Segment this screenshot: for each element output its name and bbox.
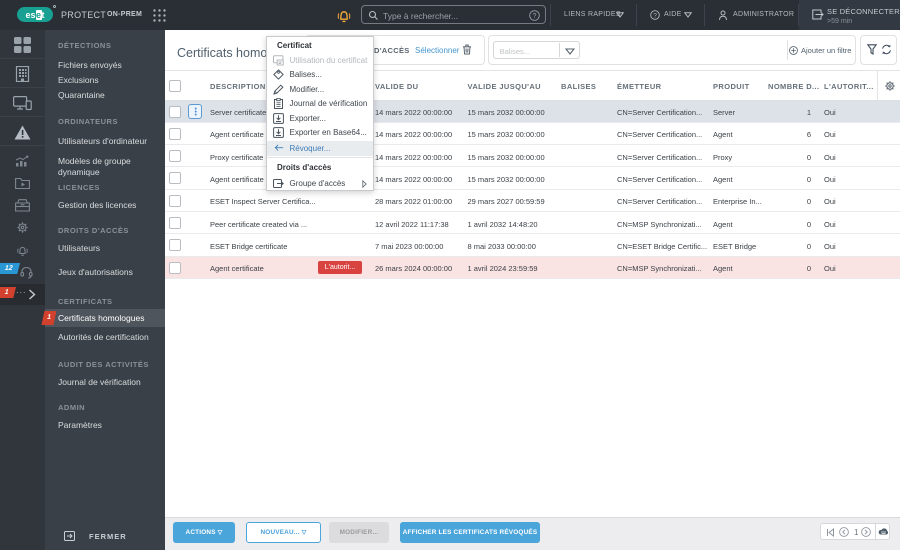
svg-text:?: ? [653,12,657,19]
svg-text:?: ? [533,13,537,20]
